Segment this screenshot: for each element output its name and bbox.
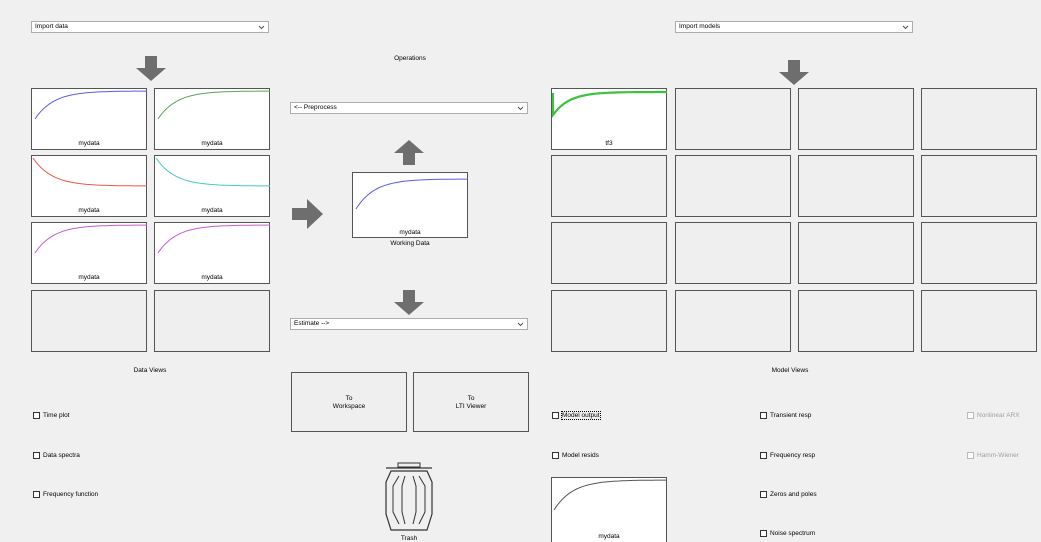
- preprocess-dropdown[interactable]: <-- Preprocess: [290, 102, 528, 114]
- validation-data-tile[interactable]: mydata: [551, 477, 667, 542]
- data-tile[interactable]: mydata: [154, 222, 270, 284]
- hamm-wiener-checkbox: Hamm-Wiener: [967, 451, 1019, 460]
- down-arrow-icon: [779, 60, 809, 85]
- checkbox-box[interactable]: [760, 411, 767, 419]
- frequency-resp-checkbox[interactable]: Frequency resp: [760, 451, 815, 460]
- data-tile-label: mydata: [201, 207, 223, 214]
- to-lti-viewer-button[interactable]: To LTI Viewer: [413, 372, 529, 432]
- transient-resp-checkbox[interactable]: Transient resp: [760, 411, 811, 420]
- time-plot-checkbox[interactable]: Time plot: [33, 411, 70, 420]
- data-spectra-checkbox[interactable]: Data spectra: [33, 451, 80, 460]
- working-data-tile[interactable]: mydata: [352, 172, 468, 238]
- data-tile[interactable]: mydata: [31, 222, 147, 284]
- import-models-dropdown[interactable]: Import models: [675, 21, 913, 33]
- model-slot-empty[interactable]: [921, 222, 1037, 284]
- working-data-caption: Working Data: [390, 240, 430, 247]
- model-tile-label: tf3: [605, 140, 613, 147]
- model-slot-empty[interactable]: [551, 222, 667, 284]
- checkbox-box[interactable]: [760, 490, 767, 498]
- trash-label: Trash: [400, 535, 418, 542]
- working-data-name: mydata: [399, 229, 421, 236]
- data-tile-label: mydata: [201, 140, 223, 147]
- model-slot-empty[interactable]: [921, 88, 1037, 150]
- model-slot-empty[interactable]: [921, 290, 1037, 352]
- import-data-dropdown[interactable]: Import data: [31, 21, 269, 33]
- model-slot-empty[interactable]: [798, 290, 914, 352]
- data-plot: [155, 157, 270, 187]
- right-arrow-icon: [292, 199, 323, 229]
- data-tile-label: mydata: [78, 140, 100, 147]
- to-lti-line2: LTI Viewer: [455, 403, 487, 410]
- estimate-selected: Estimate -->: [294, 320, 330, 327]
- chevron-down-icon: [517, 322, 524, 327]
- up-arrow-icon: [394, 140, 424, 165]
- chevron-down-icon: [517, 106, 524, 111]
- down-arrow-icon: [394, 290, 424, 315]
- data-plot: [32, 157, 147, 187]
- data-plot: [34, 90, 147, 120]
- data-tile[interactable]: mydata: [31, 155, 147, 217]
- data-slot-empty[interactable]: [154, 290, 270, 352]
- trash-icon[interactable]: [383, 462, 435, 534]
- operations-title: Operations: [394, 55, 426, 62]
- model-output-checkbox[interactable]: Model output: [552, 411, 601, 420]
- checkbox-box[interactable]: [33, 451, 40, 459]
- data-slot-empty[interactable]: [31, 290, 147, 352]
- model-slot-empty[interactable]: [675, 155, 791, 217]
- checkbox-box[interactable]: [760, 529, 767, 537]
- to-lti-line1: To: [467, 395, 475, 402]
- zeros-and-poles-checkbox[interactable]: Zeros and poles: [760, 490, 817, 499]
- frequency-function-checkbox[interactable]: Frequency function: [33, 490, 98, 499]
- model-slot-empty[interactable]: [921, 155, 1037, 217]
- preprocess-selected: <-- Preprocess: [294, 104, 337, 111]
- checkbox-box[interactable]: [552, 451, 559, 459]
- data-tile[interactable]: mydata: [154, 155, 270, 217]
- data-tile-label: mydata: [78, 207, 100, 214]
- model-slot-empty[interactable]: [675, 88, 791, 150]
- model-slot-empty[interactable]: [675, 222, 791, 284]
- model-plot: [552, 90, 667, 119]
- noise-spectrum-checkbox[interactable]: Noise spectrum: [760, 529, 815, 538]
- to-workspace-button[interactable]: To Workspace: [291, 372, 407, 432]
- data-tile[interactable]: mydata: [154, 88, 270, 150]
- validation-data-name: mydata: [598, 533, 620, 540]
- model-slot-empty[interactable]: [798, 222, 914, 284]
- model-tile-tf3[interactable]: tf3: [551, 88, 667, 150]
- data-plot: [34, 224, 147, 254]
- estimate-dropdown[interactable]: Estimate -->: [290, 318, 528, 330]
- chevron-down-icon: [902, 25, 909, 30]
- import-data-selected: Import data: [35, 23, 68, 30]
- data-tile-label: mydata: [78, 274, 100, 281]
- data-plot: [157, 224, 270, 254]
- working-data-plot: [355, 178, 468, 210]
- checkbox-box: [967, 451, 974, 459]
- to-workspace-line2: Workspace: [332, 403, 366, 410]
- chevron-down-icon: [258, 25, 265, 30]
- checkbox-box[interactable]: [33, 411, 40, 419]
- model-views-title: Model Views: [771, 367, 809, 374]
- data-tile[interactable]: mydata: [31, 88, 147, 150]
- model-slot-empty[interactable]: [675, 290, 791, 352]
- model-slot-empty[interactable]: [551, 290, 667, 352]
- checkbox-box[interactable]: [760, 451, 767, 459]
- down-arrow-icon: [136, 56, 166, 81]
- checkbox-box[interactable]: [552, 411, 559, 419]
- data-plot: [157, 90, 270, 120]
- validation-data-plot: [553, 479, 667, 511]
- model-slot-empty[interactable]: [798, 155, 914, 217]
- nonlinear-arx-checkbox: Nonlinear ARX: [967, 411, 1020, 420]
- data-tile-label: mydata: [201, 274, 223, 281]
- checkbox-box[interactable]: [33, 490, 40, 498]
- import-models-selected: Import models: [679, 23, 721, 30]
- model-resids-checkbox[interactable]: Model resids: [552, 451, 599, 460]
- model-slot-empty[interactable]: [798, 88, 914, 150]
- data-views-title: Data Views: [133, 367, 167, 374]
- model-slot-empty[interactable]: [551, 155, 667, 217]
- checkbox-box: [967, 411, 974, 419]
- to-workspace-line1: To: [345, 395, 353, 402]
